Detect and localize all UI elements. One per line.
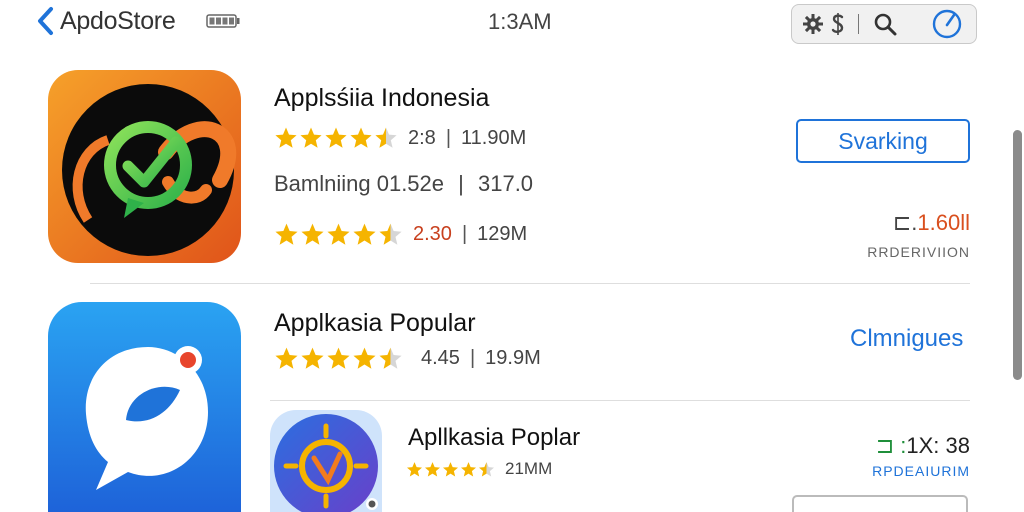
price-note: RRDERIVIION (867, 244, 970, 260)
price-label[interactable]: ⊏.1.60ll (860, 210, 970, 236)
rating-value: 2.30 (413, 223, 452, 245)
row-divider (270, 400, 970, 401)
star-icon (424, 461, 441, 476)
star-icon (406, 461, 423, 476)
app-title[interactable]: Applkasia Popular (274, 309, 476, 338)
star-icon (301, 347, 324, 369)
star-icon (275, 127, 297, 148)
action-link[interactable]: Clmnigues (850, 325, 963, 353)
rating-stars (274, 222, 403, 247)
star-icon (460, 461, 477, 476)
star-icon (275, 223, 298, 245)
download-size: 21MM (505, 459, 553, 478)
back-label: ApdoStore (60, 6, 176, 35)
meta-separator: | (461, 223, 468, 245)
meta-separator: | (469, 347, 476, 369)
star-icon (375, 127, 397, 148)
app-meta-row: 21MM (406, 459, 552, 479)
app-title[interactable]: Applsśiia Indonesia (274, 84, 489, 113)
back-button[interactable]: ApdoStore (36, 6, 176, 36)
dollar-icon[interactable] (830, 9, 846, 39)
app-meta-row: 4.45 | 19.9M (274, 346, 541, 371)
price-label[interactable]: ⊐ :1X: 38 (850, 433, 970, 459)
chevron-left-icon (38, 7, 53, 35)
toolbar-divider (858, 14, 859, 34)
app-icon-poplar[interactable] (270, 410, 382, 512)
star-icon (353, 223, 376, 245)
top-bar: ApdoStore 1:3AM (0, 0, 1024, 48)
rating-value: 4.45 (421, 347, 460, 369)
star-icon (478, 461, 495, 476)
app-meta-row-secondary: 2.30 | 129M (274, 222, 527, 247)
price-note: RPDEAIURIM (872, 463, 970, 479)
compass-icon[interactable] (931, 9, 963, 39)
price-icon: ⊐ : (875, 433, 907, 458)
app-icon-indonesia[interactable] (48, 70, 241, 263)
app-subtitle: Bamlniing 01.52e (274, 171, 445, 196)
star-icon (327, 223, 350, 245)
star-icon (379, 223, 402, 245)
star-icon (353, 347, 376, 369)
star-icon (325, 127, 347, 148)
gear-icon[interactable] (802, 9, 824, 39)
star-icon (301, 223, 324, 245)
rating-stars (274, 126, 398, 150)
download-size: 19.9M (485, 347, 541, 369)
app-title[interactable]: Apllkasia Poplar (408, 424, 580, 452)
status-time: 1:3AM (488, 9, 552, 34)
rating-stars (406, 461, 495, 478)
app-subtitle-row: Bamlniing 01.52e | 317.0 (274, 171, 533, 197)
search-icon[interactable] (873, 9, 897, 39)
meta-separator: | (445, 126, 452, 149)
app-icon-popular[interactable] (48, 302, 241, 512)
scrollbar[interactable] (1013, 130, 1022, 380)
row-divider (90, 283, 970, 284)
download-size: 129M (477, 223, 528, 245)
download-size: 11.90M (461, 126, 527, 149)
toolbar-pill (791, 4, 977, 44)
star-icon (350, 127, 372, 148)
get-button[interactable]: Svarking (796, 119, 970, 163)
rating-value: 2:8 (408, 126, 436, 149)
star-icon (442, 461, 459, 476)
app-subtitle-extra: 317.0 (477, 171, 534, 196)
price-icon: ⊏. (892, 210, 918, 235)
get-button-partial[interactable] (792, 495, 968, 512)
app-meta-row: 2:8 | 11.90M (274, 126, 526, 150)
star-icon (327, 347, 350, 369)
star-icon (275, 347, 298, 369)
rating-stars (274, 346, 403, 371)
battery-icon (206, 14, 240, 28)
meta-separator: | (458, 171, 464, 196)
star-icon (379, 347, 402, 369)
star-icon (300, 127, 322, 148)
